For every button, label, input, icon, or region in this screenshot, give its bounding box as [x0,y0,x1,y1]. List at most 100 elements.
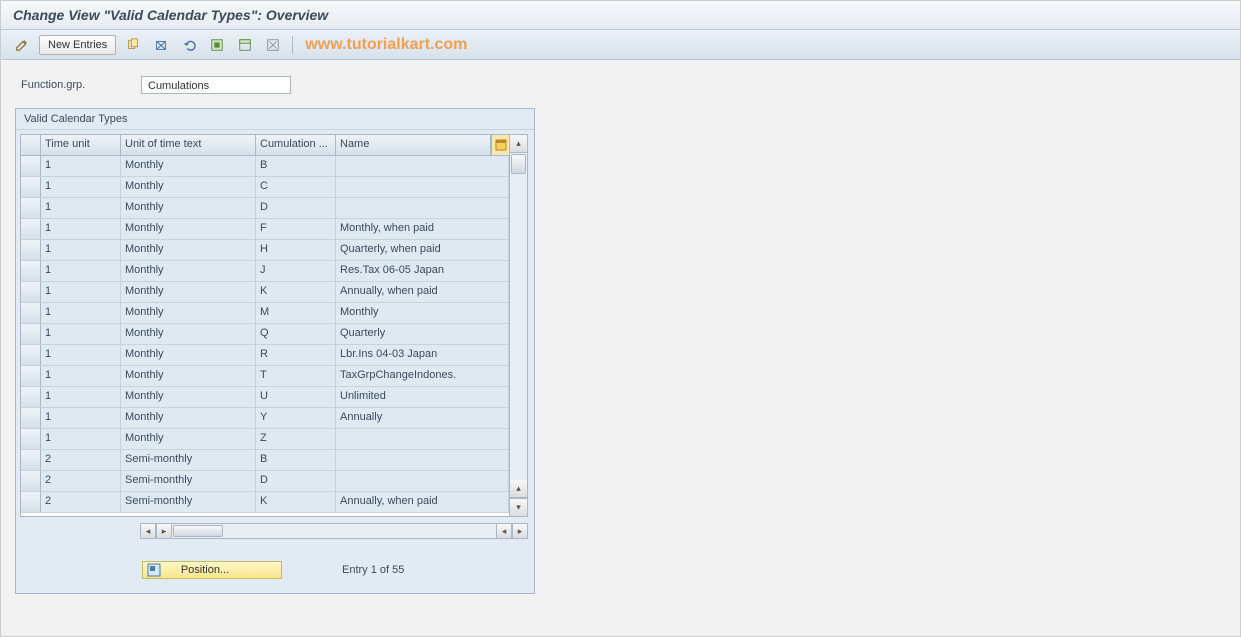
cell-time-unit[interactable]: 1 [41,219,121,239]
table-row[interactable]: 2Semi-monthlyKAnnually, when paid [21,492,509,513]
cell-time-unit[interactable]: 1 [41,366,121,386]
scroll-down-button[interactable]: ▾ [510,498,527,516]
cell-name[interactable]: TaxGrpChangeIndones. [336,366,509,386]
undo-button[interactable] [178,35,200,55]
cell-unit-of-time-text[interactable]: Semi-monthly [121,471,256,491]
row-selector[interactable] [21,282,41,302]
scroll-thumb-horizontal[interactable] [173,525,223,537]
cell-time-unit[interactable]: 1 [41,387,121,407]
cell-unit-of-time-text[interactable]: Monthly [121,219,256,239]
cell-cumulation[interactable]: K [256,282,336,302]
horizontal-scrollbar[interactable]: ◂ ▸ ◂ ▸ [140,523,528,539]
cell-name[interactable] [336,156,509,176]
cell-cumulation[interactable]: B [256,156,336,176]
table-row[interactable]: 1MonthlyYAnnually [21,408,509,429]
scroll-left2-button[interactable]: ◂ [496,523,512,539]
cell-name[interactable]: Annually, when paid [336,492,509,512]
cell-unit-of-time-text[interactable]: Monthly [121,156,256,176]
cell-time-unit[interactable]: 1 [41,408,121,428]
row-selector[interactable] [21,387,41,407]
scroll-up2-button[interactable]: ▴ [510,480,527,498]
row-selector[interactable] [21,261,41,281]
row-selector[interactable] [21,408,41,428]
cell-name[interactable]: Monthly, when paid [336,219,509,239]
cell-unit-of-time-text[interactable]: Monthly [121,324,256,344]
cell-time-unit[interactable]: 1 [41,240,121,260]
vertical-scrollbar[interactable]: ▴ ▴ ▾ [510,134,528,517]
cell-unit-of-time-text[interactable]: Monthly [121,429,256,449]
table-row[interactable]: 1MonthlyFMonthly, when paid [21,219,509,240]
cell-cumulation[interactable]: Y [256,408,336,428]
cell-name[interactable]: Quarterly [336,324,509,344]
select-all-button[interactable] [206,35,228,55]
row-selector[interactable] [21,366,41,386]
column-header-cumulation[interactable]: Cumulation ... [256,135,336,155]
table-row[interactable]: 1MonthlyQQuarterly [21,324,509,345]
cell-cumulation[interactable]: J [256,261,336,281]
copy-as-button[interactable] [122,35,144,55]
cell-name[interactable]: Monthly [336,303,509,323]
table-row[interactable]: 1MonthlyZ [21,429,509,450]
table-row[interactable]: 1MonthlyHQuarterly, when paid [21,240,509,261]
table-row[interactable]: 1MonthlyKAnnually, when paid [21,282,509,303]
cell-unit-of-time-text[interactable]: Monthly [121,366,256,386]
function-group-value[interactable]: Cumulations [141,76,291,94]
cell-time-unit[interactable]: 1 [41,156,121,176]
row-selector[interactable] [21,240,41,260]
table-row[interactable]: 1MonthlyD [21,198,509,219]
cell-unit-of-time-text[interactable]: Monthly [121,345,256,365]
cell-time-unit[interactable]: 1 [41,282,121,302]
cell-cumulation[interactable]: C [256,177,336,197]
row-selector[interactable] [21,177,41,197]
row-selector[interactable] [21,324,41,344]
row-selector[interactable] [21,303,41,323]
table-row[interactable]: 1MonthlyRLbr.Ins 04-03 Japan [21,345,509,366]
scroll-up-button[interactable]: ▴ [510,135,527,153]
cell-unit-of-time-text[interactable]: Semi-monthly [121,450,256,470]
row-selector[interactable] [21,219,41,239]
scroll-right-button[interactable]: ▸ [512,523,528,539]
row-selector[interactable] [21,345,41,365]
cell-unit-of-time-text[interactable]: Monthly [121,408,256,428]
column-header-selector[interactable] [21,135,41,155]
cell-time-unit[interactable]: 1 [41,345,121,365]
row-selector[interactable] [21,450,41,470]
cell-unit-of-time-text[interactable]: Monthly [121,387,256,407]
row-selector[interactable] [21,198,41,218]
select-block-button[interactable] [234,35,256,55]
table-row[interactable]: 2Semi-monthlyB [21,450,509,471]
cell-cumulation[interactable]: D [256,471,336,491]
cell-name[interactable]: Annually, when paid [336,282,509,302]
column-header-unit-of-time-text[interactable]: Unit of time text [121,135,256,155]
table-row[interactable]: 1MonthlyC [21,177,509,198]
table-row[interactable]: 1MonthlyMMonthly [21,303,509,324]
table-row[interactable]: 1MonthlyB [21,156,509,177]
cell-cumulation[interactable]: R [256,345,336,365]
scroll-left-button[interactable]: ◂ [140,523,156,539]
cell-name[interactable]: Quarterly, when paid [336,240,509,260]
toggle-display-change-button[interactable] [11,35,33,55]
cell-time-unit[interactable]: 1 [41,261,121,281]
scroll-track-horizontal[interactable] [172,523,496,539]
cell-unit-of-time-text[interactable]: Monthly [121,261,256,281]
table-row[interactable]: 1MonthlyUUnlimited [21,387,509,408]
cell-name[interactable] [336,198,509,218]
column-header-name[interactable]: Name [336,135,491,155]
cell-time-unit[interactable]: 2 [41,450,121,470]
deselect-all-button[interactable] [262,35,284,55]
position-button[interactable]: Position... [142,561,282,579]
cell-name[interactable]: Unlimited [336,387,509,407]
cell-cumulation[interactable]: U [256,387,336,407]
table-settings-button[interactable] [491,135,509,155]
cell-cumulation[interactable]: Q [256,324,336,344]
cell-time-unit[interactable]: 1 [41,303,121,323]
cell-time-unit[interactable]: 2 [41,471,121,491]
cell-cumulation[interactable]: M [256,303,336,323]
cell-name[interactable] [336,177,509,197]
row-selector[interactable] [21,492,41,512]
cell-time-unit[interactable]: 1 [41,177,121,197]
row-selector[interactable] [21,471,41,491]
row-selector[interactable] [21,429,41,449]
cell-cumulation[interactable]: T [256,366,336,386]
cell-cumulation[interactable]: F [256,219,336,239]
